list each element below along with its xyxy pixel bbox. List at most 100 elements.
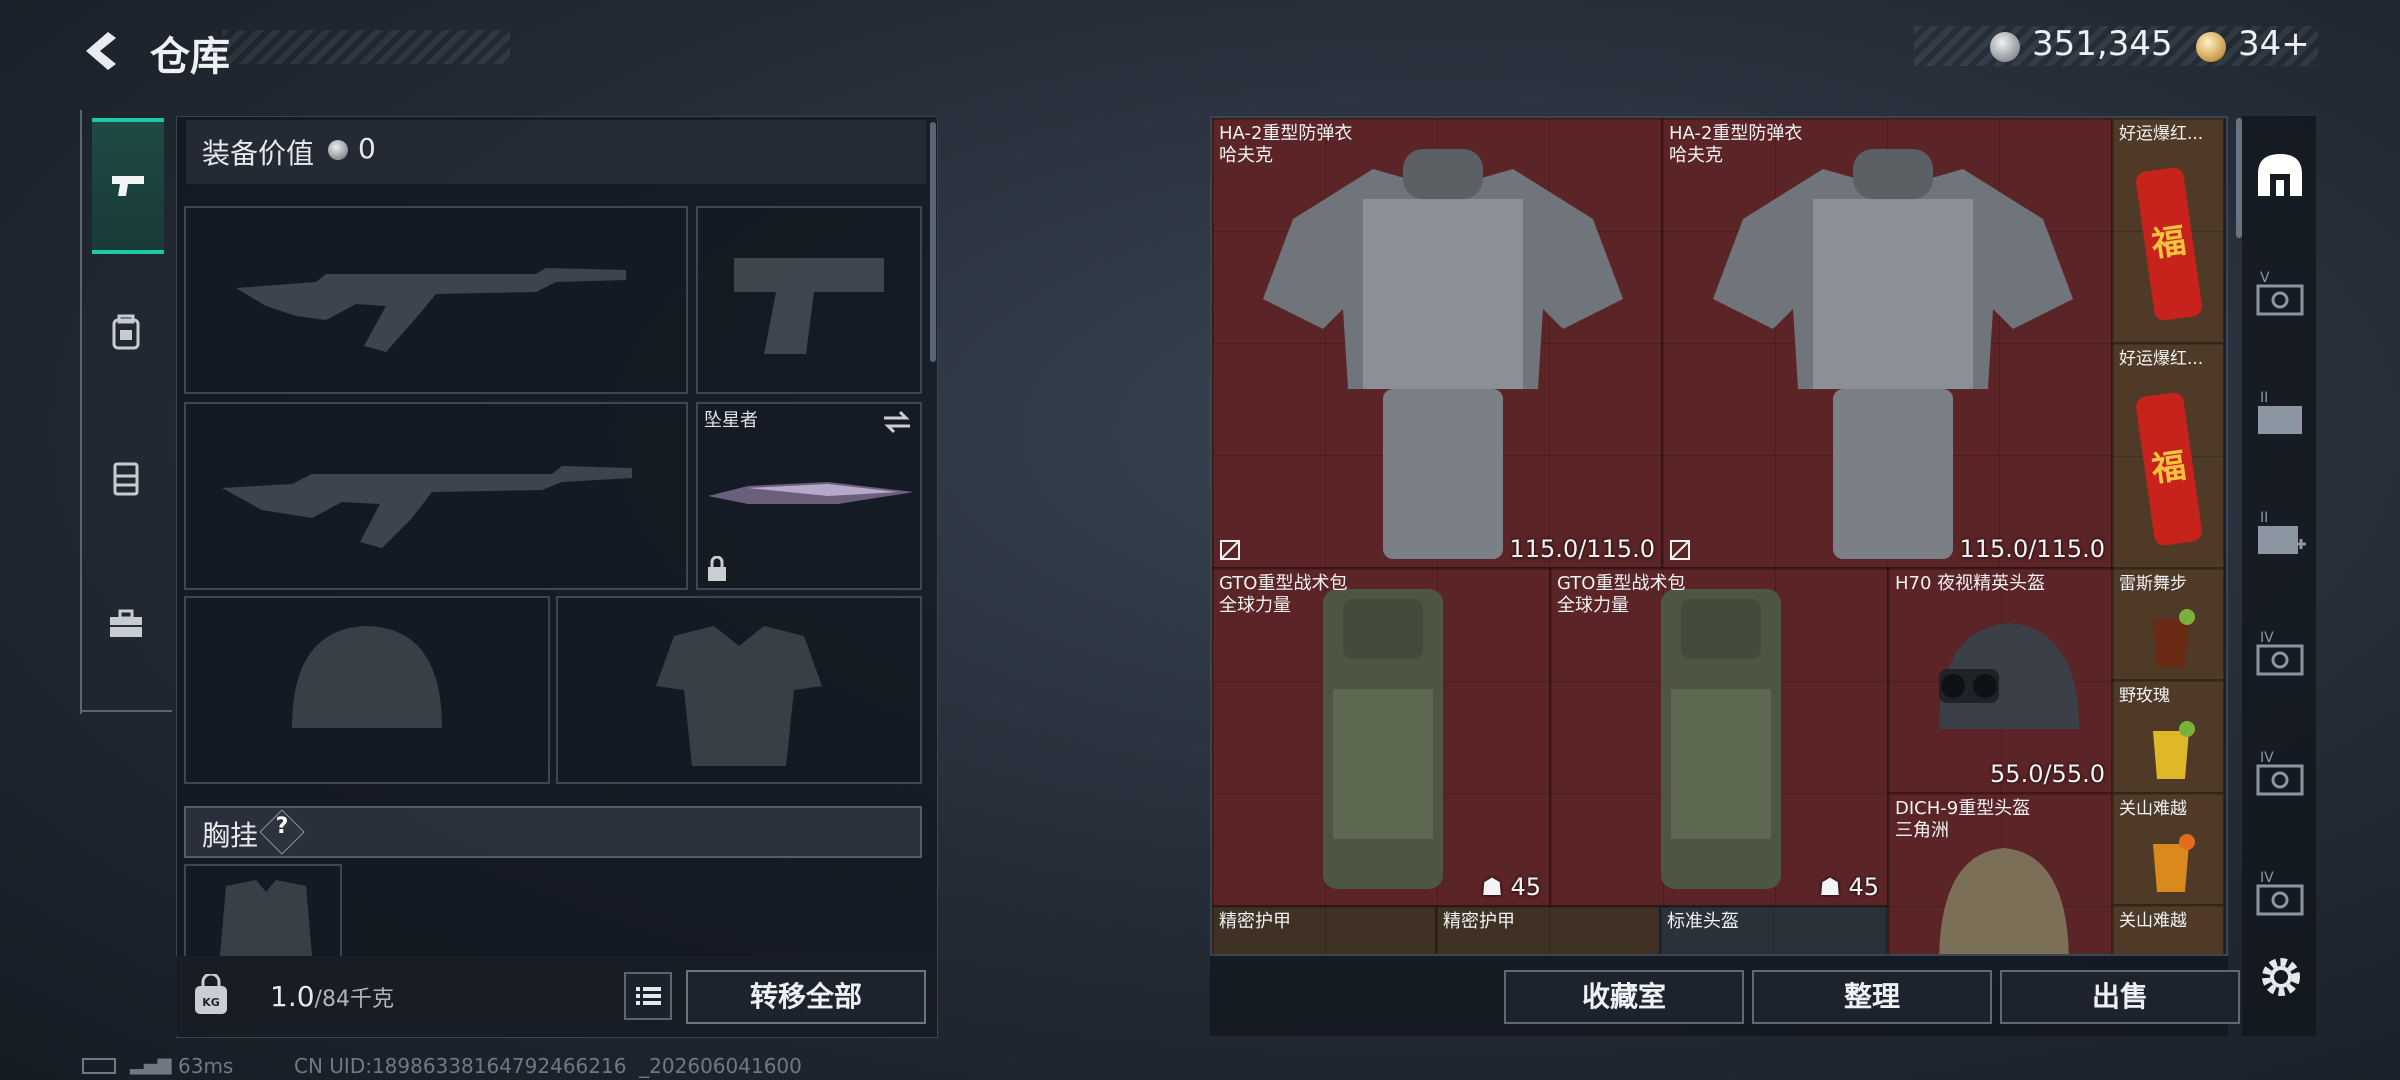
armor-silhouette-icon: [656, 626, 822, 766]
secondary-weapon-slot[interactable]: [184, 402, 688, 590]
nav-tab-backpack[interactable]: [84, 268, 172, 404]
item-brand: 哈夫克: [1219, 145, 1273, 166]
item-durability: 115.0/115.0: [1959, 535, 2106, 563]
item-name: 关山难越: [2119, 911, 2187, 931]
storage-item[interactable]: GTO重型战术包 全球力量 ☗ 45: [1550, 568, 1888, 906]
iv-case-icon: IV: [2256, 630, 2304, 676]
item-name: 野玫瑰: [2119, 686, 2170, 706]
item-name: 标准头盔: [1667, 911, 1739, 932]
pistol-silhouette-icon: [734, 258, 884, 354]
backpack-image: [1323, 589, 1443, 889]
iv-case-icon: IV: [2256, 870, 2304, 916]
collection-room-button[interactable]: 收藏室: [1504, 970, 1744, 1024]
storage-item[interactable]: 精密护甲: [1436, 906, 1660, 954]
drink-image: [2153, 834, 2195, 892]
transfer-all-button[interactable]: 转移全部: [686, 970, 926, 1024]
item-name: DICH-9重型头盔: [1895, 798, 2031, 819]
item-durability: 115.0/115.0: [1509, 535, 1656, 563]
tab-case-iv[interactable]: IV: [2252, 628, 2308, 684]
item-name: HA-2重型防弹衣: [1669, 123, 1803, 144]
ping-readout: 63ms: [178, 1054, 234, 1078]
item-brand: 哈夫克: [1669, 145, 1723, 166]
weight-bag-icon: KG: [195, 974, 227, 1014]
svg-text:II: II: [2260, 510, 2268, 526]
storage-item[interactable]: 福 好运爆红...: [2112, 343, 2224, 568]
item-name: GTO重型战术包: [1557, 573, 1686, 594]
item-brand: 三角洲: [1895, 820, 1949, 841]
iv-case-icon: IV: [2256, 750, 2304, 796]
storage-item[interactable]: HA-2重型防弹衣 哈夫克 115.0/115.0: [1212, 118, 1662, 568]
item-name: GTO重型战术包: [1219, 573, 1348, 594]
sell-button[interactable]: 出售: [2000, 970, 2240, 1024]
item-durability: 55.0/55.0: [1990, 760, 2105, 788]
item-capacity-value: 45: [1510, 873, 1541, 901]
svg-text:IV: IV: [2260, 750, 2274, 766]
sort-button[interactable]: 整理: [1752, 970, 1992, 1024]
weight-value: 1.0: [270, 980, 315, 1013]
pistol-icon: [112, 176, 144, 196]
storage-item[interactable]: 野玫瑰: [2112, 680, 2224, 793]
svg-text:IV: IV: [2260, 630, 2274, 646]
back-arrow-icon[interactable]: [78, 28, 124, 74]
no-insurance-icon: [1670, 540, 1690, 560]
storage-item[interactable]: H70 夜视精英头盔 55.0/55.0: [1888, 568, 2112, 793]
chest-rig-slot[interactable]: [184, 864, 342, 956]
coin-icon: [1990, 32, 2020, 62]
storage-item[interactable]: 关山难越: [2112, 793, 2224, 905]
svg-text:V: V: [2260, 270, 2270, 286]
gear-icon[interactable]: [2256, 952, 2306, 1002]
chest-rig-silhouette-icon: [220, 880, 312, 956]
storage-item[interactable]: GTO重型战术包 全球力量 ☗ 45: [1212, 568, 1550, 906]
storage-item[interactable]: DICH-9重型头盔 三角洲: [1888, 793, 2112, 954]
tab-case-iv[interactable]: IV: [2252, 868, 2308, 924]
equipment-value: 0: [358, 132, 376, 165]
list-view-button[interactable]: [624, 972, 672, 1020]
coin-icon: [328, 140, 348, 160]
storage-item[interactable]: 关山难越: [2112, 905, 2224, 954]
storage-item[interactable]: 雷斯舞步: [2112, 568, 2224, 680]
svg-text:福: 福: [2148, 446, 2188, 490]
weight-unit: /84千克: [314, 987, 394, 1012]
battery-icon: [82, 1058, 116, 1074]
ii-case-icon: II: [2258, 390, 2302, 434]
item-name: 精密护甲: [1219, 911, 1291, 932]
rifle-silhouette-icon: [222, 466, 632, 548]
nav-tab-weapon[interactable]: [92, 118, 164, 254]
swap-icon[interactable]: [882, 410, 912, 434]
storage-item[interactable]: 标准头盔: [1660, 906, 1888, 954]
nav-tab-toolbox[interactable]: [84, 560, 172, 696]
token-icon: [2196, 32, 2226, 62]
helmet-slot[interactable]: [184, 596, 550, 784]
page-title: 仓库: [150, 34, 230, 80]
tab-case-ii-plus[interactable]: II: [2252, 508, 2308, 564]
currency-value: 351,345: [2032, 24, 2173, 64]
tab-home-storage[interactable]: [2252, 148, 2308, 204]
item-name: HA-2重型防弹衣: [1219, 123, 1353, 144]
chest-rig-label: 胸挂: [202, 819, 259, 852]
primary-weapon-slot[interactable]: [184, 206, 688, 394]
firecracker-image: 福: [2136, 392, 2202, 546]
drink-image: [2153, 609, 2195, 667]
storage-item[interactable]: 精密护甲: [1212, 906, 1436, 954]
rifle-silhouette-icon: [236, 268, 626, 352]
armor-slot[interactable]: [556, 596, 922, 784]
tab-case-ii[interactable]: II: [2252, 388, 2308, 444]
nav-divider: [80, 110, 82, 714]
loadout-scrollbar[interactable]: [930, 122, 936, 362]
nav-divider-bottom: [80, 710, 172, 712]
tab-case-iv[interactable]: IV: [2252, 748, 2308, 804]
weight-readout: 1.0/84千克: [270, 980, 394, 1013]
storage-item[interactable]: HA-2重型防弹衣 哈夫克 115.0/115.0: [1662, 118, 2112, 568]
item-brand: 全球力量: [1219, 595, 1291, 616]
nav-tab-chest-rig[interactable]: [84, 414, 172, 550]
storage-item[interactable]: 福 好运爆红...: [2112, 118, 2224, 343]
uid-readout: CN UID:18986338164792466216 _20260604160…: [294, 1054, 802, 1078]
list-icon: [636, 987, 661, 1005]
help-icon[interactable]: ?: [266, 814, 298, 839]
capacity-icon: ☗: [1819, 873, 1849, 901]
drink-image: [2153, 721, 2195, 779]
sidearm-slot[interactable]: [696, 206, 922, 394]
token-value[interactable]: 34+: [2238, 24, 2310, 64]
helmet-image: [1939, 848, 2069, 954]
tab-case-v[interactable]: V: [2252, 268, 2308, 324]
